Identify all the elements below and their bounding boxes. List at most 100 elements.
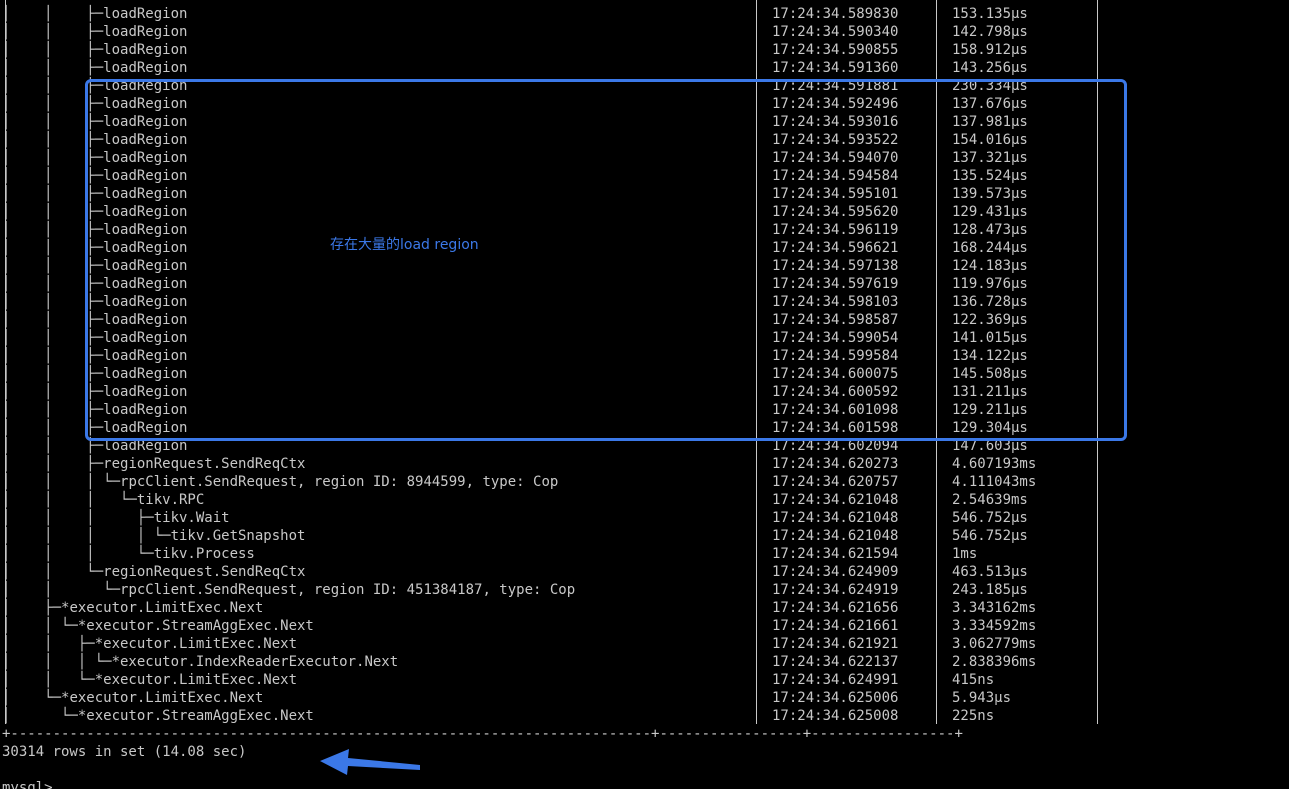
duration-cell: 225ns (952, 708, 995, 724)
operation-name: *executor.StreamAggExec.Next (77, 618, 314, 634)
start-time-cell: 17:24:34.624909 (772, 564, 899, 580)
tree-branch: │ │ ├─ (2, 24, 104, 40)
operation-name: *executor.LimitExec.Next (94, 636, 298, 652)
start-time-cell: 17:24:34.621656 (772, 600, 899, 616)
tree-branch: │ │ ├─ (2, 636, 95, 652)
duration-cell: 3.334592ms (952, 618, 1037, 634)
annotation-highlight-box (85, 79, 1127, 441)
tree-branch: │ │ │ │ └─ (2, 528, 171, 544)
table-row: │ │ └─*executor.LimitExec.Next 17:24:34.6… (2, 671, 994, 689)
operation-name: tikv.Process (153, 546, 255, 562)
mysql-prompt[interactable]: mysql> (2, 779, 53, 789)
start-time-cell: 17:24:34.624991 (772, 672, 899, 688)
duration-cell: 546.752µs (952, 510, 1028, 526)
operation-name: *executor.StreamAggExec.Next (77, 708, 314, 724)
start-time-cell: 17:24:34.621048 (772, 510, 899, 526)
tree-branch: │ └─ (2, 690, 62, 706)
start-time-cell: 17:24:34.590340 (772, 24, 899, 40)
operation-name: loadRegion (103, 42, 188, 58)
tree-branch: │ │ │ └─ (2, 492, 137, 508)
tree-branch: │ │ ├─ (2, 456, 104, 472)
duration-cell: 2.838396ms (952, 654, 1037, 670)
table-row: │ │ ├─regionRequest.SendReqCtx 17:24:34.6… (2, 455, 1036, 473)
operation-name: *executor.LimitExec.Next (61, 600, 264, 616)
start-time-cell: 17:24:34.622137 (772, 654, 899, 670)
table-row: │ │ │ │ └─tikv.GetSnapshot 17:24:34.62104… (2, 527, 1028, 545)
operation-name: rpcClient.SendRequest, region ID: 894459… (120, 474, 559, 490)
start-time-cell: 17:24:34.620757 (772, 474, 899, 490)
tree-branch: │ │ └─ (2, 618, 78, 634)
operation-name: *executor.IndexReaderExecutor.Next (111, 654, 399, 670)
operation-name: regionRequest.SendReqCtx (103, 456, 306, 472)
start-time-cell: 17:24:34.589830 (772, 6, 899, 22)
duration-cell: 4.111043ms (952, 474, 1037, 490)
start-time-cell: 17:24:34.621594 (772, 546, 899, 562)
duration-cell: 243.185µs (952, 582, 1028, 598)
tree-branch: │ │ ├─ (2, 6, 104, 22)
start-time-cell: 17:24:34.620273 (772, 456, 899, 472)
table-row: │ │ └─regionRequest.SendReqCtx 17:24:34.6… (2, 563, 1028, 581)
table-row: │ │ │ └─tikv.RPC 17:24:34.621048 2.54639ms (2, 491, 1028, 509)
tree-branch: │ ├─ (2, 600, 62, 616)
table-row: │ │ ├─loadRegion 17:24:34.590340 142.798µs (2, 23, 1028, 41)
table-row: │ ├─*executor.LimitExec.Next 17:24:34.621… (2, 599, 1036, 617)
tree-branch: │ └─ (2, 708, 78, 724)
start-time-cell: 17:24:34.621048 (772, 528, 899, 544)
start-time-cell: 17:24:34.625006 (772, 690, 899, 706)
operation-name: rpcClient.SendRequest, region ID: 451384… (120, 582, 576, 598)
start-time-cell: 17:24:34.624919 (772, 582, 899, 598)
table-row: │ │ └─*executor.StreamAggExec.Next 17:24:… (2, 617, 1036, 635)
operation-name: tikv.GetSnapshot (170, 528, 306, 544)
annotation-label: 存在大量的load region (330, 237, 479, 253)
tree-branch: │ │ ├─ (2, 42, 104, 58)
column-divider (5, 0, 6, 724)
operation-name: regionRequest.SendReqCtx (103, 564, 306, 580)
operation-name: loadRegion (103, 60, 188, 76)
tree-branch: │ │ └─ (2, 582, 121, 598)
duration-cell: 5.943µs (952, 690, 1012, 706)
tree-branch: │ │ │ └─ (2, 546, 154, 562)
tree-branch: │ │ ├─ (2, 60, 104, 76)
table-row: │ │ ├─loadRegion 17:24:34.591360 143.256µs (2, 59, 1028, 77)
terminal-window[interactable]: │ │ ├─loadRegion 17:24:34.589830 153.135µs… (0, 0, 1289, 789)
start-time-cell: 17:24:34.621661 (772, 618, 899, 634)
table-row: │ │ │ └─*executor.IndexReaderExecutor.Ne… (2, 653, 1036, 671)
table-row: │ │ │ ├─tikv.Wait 17:24:34.621048 546.752µ… (2, 509, 1028, 527)
duration-cell: 3.343162ms (952, 600, 1037, 616)
duration-cell: 463.513µs (952, 564, 1028, 580)
duration-cell: 158.912µs (952, 42, 1028, 58)
duration-cell: 4.607193ms (952, 456, 1037, 472)
start-time-cell: 17:24:34.591360 (772, 60, 899, 76)
start-time-cell: 17:24:34.590855 (772, 42, 899, 58)
tree-branch: │ │ └─ (2, 672, 95, 688)
operation-name: *executor.LimitExec.Next (61, 690, 264, 706)
duration-cell: 2.54639ms (952, 492, 1028, 508)
start-time-cell: 17:24:34.621048 (772, 492, 899, 508)
duration-cell: 143.256µs (952, 60, 1028, 76)
operation-name: tikv.RPC (136, 492, 205, 508)
operation-name: *executor.LimitExec.Next (94, 672, 298, 688)
tree-branch: │ │ │ ├─ (2, 510, 154, 526)
operation-name: tikv.Wait (153, 510, 230, 526)
table-row: │ └─*executor.StreamAggExec.Next 17:24:34… (2, 707, 994, 725)
duration-cell: 546.752µs (952, 528, 1028, 544)
table-separator: +---------------------------------------… (2, 726, 963, 742)
tree-branch: │ │ │ └─ (2, 474, 121, 490)
tree-branch: │ │ │ └─ (2, 654, 112, 670)
start-time-cell: 17:24:34.625008 (772, 708, 899, 724)
operation-name: loadRegion (103, 24, 188, 40)
table-row: │ │ │ └─rpcClient.SendRequest, region ID… (2, 473, 1036, 491)
start-time-cell: 17:24:34.621921 (772, 636, 899, 652)
tree-branch: │ │ └─ (2, 564, 104, 580)
table-row: │ │ │ └─tikv.Process 17:24:34.621594 1ms (2, 545, 977, 563)
duration-cell: 1ms (952, 546, 978, 562)
duration-cell: 415ns (952, 672, 995, 688)
annotation-arrow-icon (320, 749, 420, 775)
table-row: │ │ ├─*executor.LimitExec.Next 17:24:34.6… (2, 635, 1036, 653)
duration-cell: 3.062779ms (952, 636, 1037, 652)
duration-cell: 142.798µs (952, 24, 1028, 40)
table-row: │ └─*executor.LimitExec.Next 17:24:34.625… (2, 689, 1011, 707)
table-row: │ │ └─rpcClient.SendRequest, region ID: … (2, 581, 1028, 599)
duration-cell: 153.135µs (952, 6, 1028, 22)
result-summary: 30314 rows in set (14.08 sec) (2, 744, 247, 760)
